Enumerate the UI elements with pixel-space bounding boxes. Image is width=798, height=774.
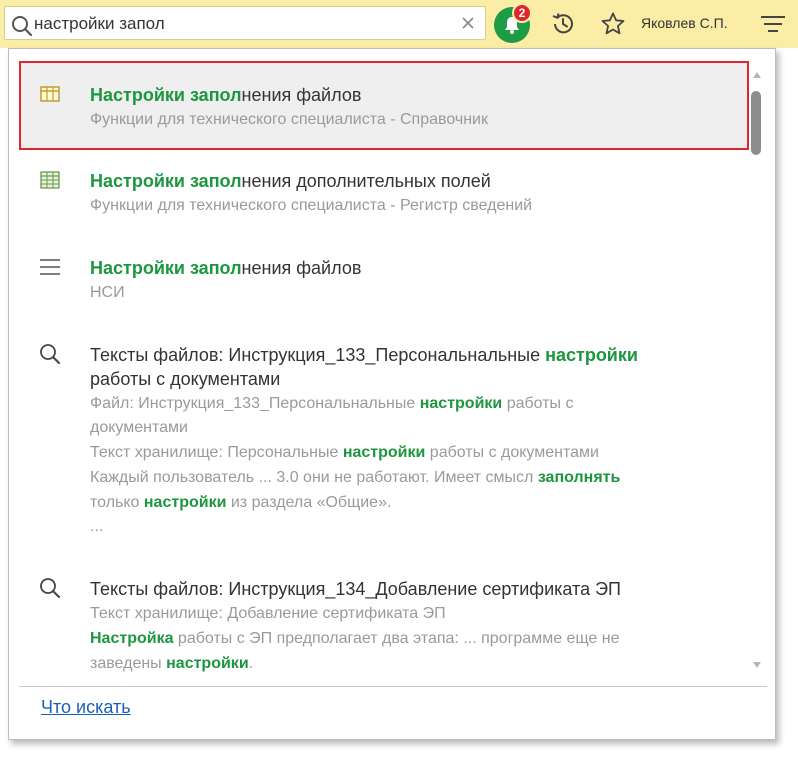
- result-subtitle: Функции для технического специалиста - С…: [90, 111, 488, 128]
- snippet-text: работы с: [502, 395, 574, 412]
- snippet-text: .: [248, 655, 254, 672]
- result-title: Тексты файлов: Инструкция_134_Добавление…: [90, 579, 621, 599]
- scroll-up-arrow-icon[interactable]: [751, 69, 763, 81]
- match-highlight: Настройки запол: [90, 85, 242, 105]
- result-snippet-line: Файл: Инструкция_133_Персональнальные на…: [90, 392, 574, 416]
- match-highlight: настройки: [166, 655, 249, 672]
- search-box[interactable]: [4, 6, 486, 40]
- top-bar: 2 Яковлев С.П.: [0, 0, 798, 48]
- scroll-down-arrow-icon[interactable]: [751, 659, 763, 671]
- clear-icon[interactable]: [460, 15, 476, 31]
- match-highlight: Настройки запол: [90, 171, 242, 191]
- snippet-text: Каждый пользователь ... 3.0 они не работ…: [90, 469, 538, 486]
- result-snippet-line: Настройка работы с ЭП предполагает два э…: [90, 627, 620, 651]
- snippet-text: только: [90, 494, 144, 511]
- notification-count-badge: 2: [512, 3, 532, 23]
- result-snippet-line: Текст хранилище: Персональные настройки …: [90, 441, 599, 465]
- search-results-dropdown: Настройки заполнения файлов Функции для …: [8, 48, 776, 740]
- snippet-text: из раздела «Общие».: [226, 494, 392, 511]
- snippet-text: работы с ЭП предполагает два этапа: ... …: [173, 630, 620, 647]
- list-icon: [40, 259, 60, 275]
- scroll-thumb[interactable]: [751, 91, 761, 155]
- match-highlight: заполнять: [537, 469, 621, 486]
- search-results-list: Настройки заполнения файлов Функции для …: [9, 49, 777, 679]
- what-to-search-link[interactable]: Что искать: [41, 697, 131, 718]
- snippet-text: Файл: Инструкция_133_Персональнальные: [90, 395, 420, 412]
- snippet-text: заведены: [90, 655, 167, 672]
- title-rest: нения файлов: [241, 258, 362, 278]
- snippet-text: работы с документами: [425, 444, 599, 461]
- register-icon: [40, 171, 60, 189]
- search-result-item[interactable]: Тексты файлов: Инструкция_133_Персональн…: [19, 331, 749, 551]
- match-highlight: настройки: [545, 345, 638, 365]
- search-input[interactable]: [34, 11, 454, 37]
- search-result-item[interactable]: Настройки заполнения файлов Функции для …: [19, 61, 749, 150]
- result-subtitle: Функции для технического специалиста - Р…: [90, 197, 533, 214]
- result-title: Тексты файлов: Инструкция_133_Персональн…: [90, 343, 638, 367]
- match-highlight: Настройка: [90, 630, 174, 647]
- result-title-line2: работы с документами: [90, 369, 281, 389]
- user-name[interactable]: Яковлев С.П.: [641, 15, 728, 31]
- match-highlight: настройки: [143, 494, 227, 511]
- search-icon: [40, 578, 60, 598]
- result-title: Настройки заполнения дополнительных поле…: [90, 169, 491, 193]
- snippet-text: Текст хранилище: Персональные: [90, 444, 343, 461]
- search-icon: [12, 16, 33, 37]
- search-result-item[interactable]: Настройки заполнения дополнительных поле…: [19, 157, 749, 227]
- match-highlight: настройки: [342, 444, 426, 461]
- result-title: Настройки заполнения файлов: [90, 256, 361, 280]
- result-snippet-line: только настройки из раздела «Общие».: [90, 491, 391, 515]
- search-result-item[interactable]: Тексты файлов: Инструкция_134_Добавление…: [19, 571, 749, 679]
- result-snippet-line: Каждый пользователь ... 3.0 они не работ…: [90, 466, 620, 490]
- search-icon: [40, 344, 60, 364]
- result-snippet-line: Текст хранилище: Добавление сертификата …: [90, 605, 446, 622]
- notifications-button[interactable]: 2: [494, 3, 532, 43]
- result-snippet-ellipsis: ...: [90, 518, 104, 535]
- scrollbar[interactable]: [747, 69, 767, 674]
- result-title: Настройки заполнения файлов: [90, 83, 361, 107]
- match-highlight: Настройки запол: [90, 258, 242, 278]
- menu-icon[interactable]: [760, 12, 786, 38]
- star-icon[interactable]: [600, 11, 626, 37]
- title-rest: нения дополнительных полей: [241, 171, 491, 191]
- footer-divider: [19, 686, 767, 687]
- search-result-item[interactable]: Настройки заполнения файлов НСИ: [19, 244, 749, 314]
- history-icon[interactable]: [550, 11, 576, 37]
- result-snippet-line: документами: [90, 419, 188, 436]
- table-icon: [40, 86, 60, 102]
- title-text: Тексты файлов: Инструкция_133_Персональн…: [90, 345, 546, 365]
- result-subtitle: НСИ: [90, 284, 125, 301]
- result-snippet-line: заведены настройки.: [90, 652, 253, 676]
- match-highlight: настройки: [419, 395, 503, 412]
- title-rest: нения файлов: [241, 85, 362, 105]
